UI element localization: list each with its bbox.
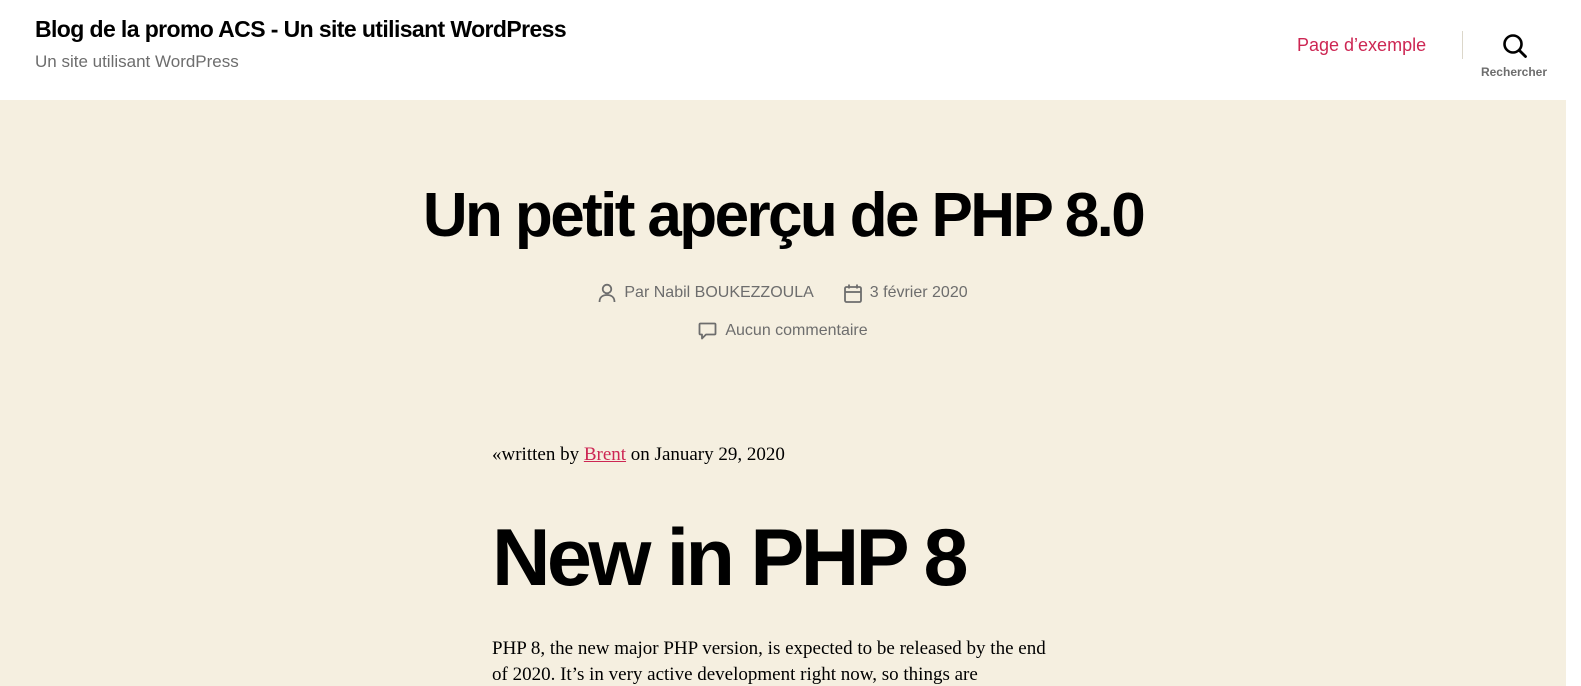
- comment-icon: [698, 322, 717, 340]
- calendar-icon: [843, 284, 862, 303]
- site-description: Un site utilisant WordPress: [35, 52, 239, 71]
- content-paragraph: PHP 8, the new major PHP version, is exp…: [492, 638, 1046, 685]
- post-author: Par Nabil BOUKEZZOULA: [598, 283, 814, 303]
- written-by-line: «written by Brent on January 29, 2020: [492, 443, 785, 467]
- written-by-prefix: «written by: [492, 444, 580, 465]
- nav-item-page-exemple[interactable]: Page d’exemple: [1297, 34, 1426, 56]
- comments-link[interactable]: Aucun commentaire: [725, 322, 867, 340]
- user-icon: [598, 283, 616, 303]
- written-by-suffix: on January 29, 2020: [630, 444, 785, 465]
- author-link[interactable]: Nabil BOUKEZZOULA: [654, 284, 814, 301]
- scrollbar[interactable]: [1566, 0, 1581, 686]
- post-title: Un petit aperçu de PHP 8.0: [422, 181, 1146, 250]
- search-icon: [1503, 34, 1527, 58]
- post-date: 3 février 2020: [843, 284, 968, 303]
- page: Blog de la promo ACS - Un site utilisant…: [0, 0, 1581, 686]
- written-by-author-link[interactable]: Brent: [584, 444, 626, 465]
- site-header: Blog de la promo ACS - Un site utilisant…: [0, 0, 1566, 100]
- search-toggle-button[interactable]: Rechercher: [1475, 30, 1553, 82]
- site-title-link[interactable]: Blog de la promo ACS - Un site utilisant…: [35, 14, 567, 44]
- post-meta-row: Par Nabil BOUKEZZOULA 3 février 2020: [0, 281, 1566, 305]
- nav-separator: [1462, 31, 1463, 59]
- content-heading: New in PHP 8: [492, 513, 969, 603]
- author-prefix: Par: [624, 284, 650, 301]
- search-label: Rechercher: [1480, 65, 1548, 79]
- post-comments: Aucun commentaire: [698, 322, 868, 340]
- post-date-link[interactable]: 3 février 2020: [870, 284, 968, 302]
- post-comments-row: Aucun commentaire: [0, 319, 1566, 343]
